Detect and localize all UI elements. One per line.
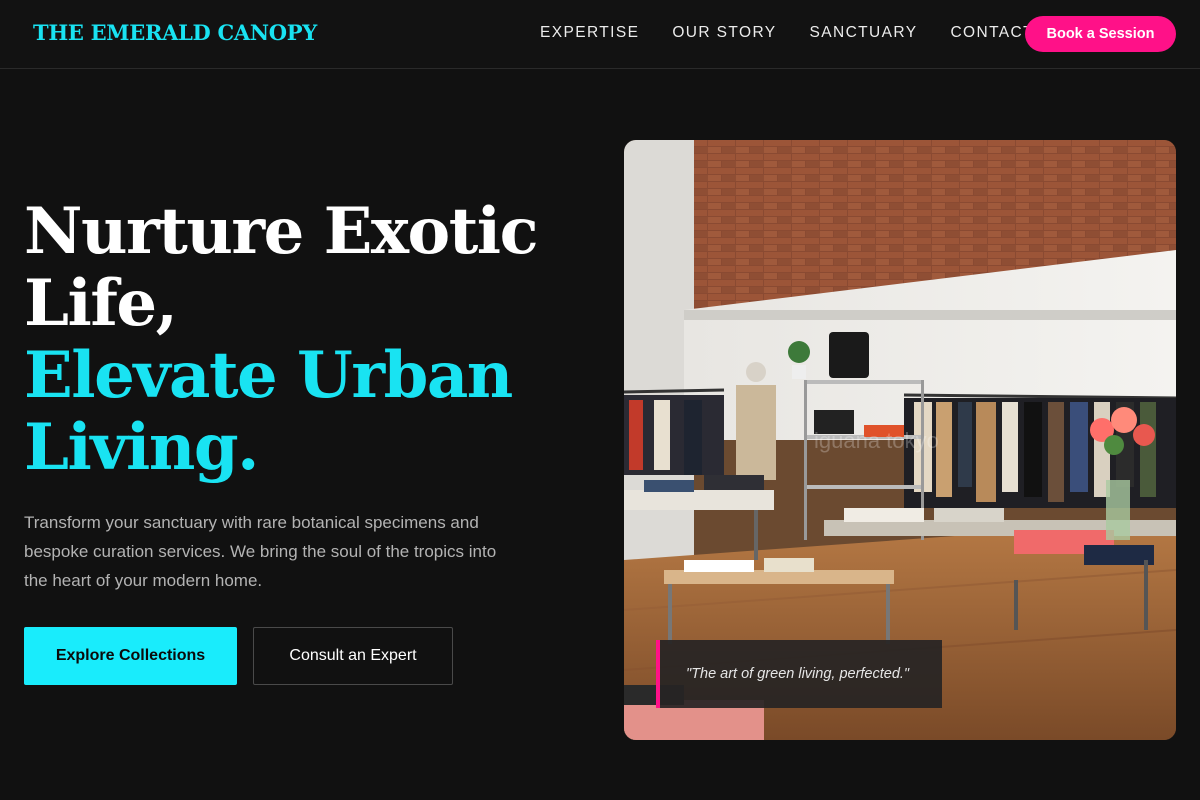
headline-line-4: Living. <box>24 410 259 485</box>
image-watermark: iguana tokyo <box>814 428 939 453</box>
headline-line-1: Nurture Exotic <box>24 194 539 269</box>
explore-collections-button[interactable]: Explore Collections <box>24 627 237 685</box>
hero-headline: Nurture Exotic Life, Elevate Urban Livin… <box>24 196 584 484</box>
nav-link-sanctuary[interactable]: SANCTUARY <box>810 24 918 42</box>
hero-description: Transform your sanctuary with rare botan… <box>24 513 497 590</box>
book-session-button[interactable]: Book a Session <box>1025 16 1176 52</box>
consult-expert-button[interactable]: Consult an Expert <box>253 627 453 685</box>
nav-link-contact[interactable]: CONTACT <box>950 24 1034 42</box>
headline-line-2: Life, <box>24 266 178 341</box>
quote-card: "The art of green living, perfected." <box>656 640 942 708</box>
headline-line-3: Elevate Urban <box>24 338 513 413</box>
nav-link-our-story[interactable]: OUR STORY <box>672 24 776 42</box>
nav-links: EXPERTISE OUR STORY SANCTUARY CONTACT <box>540 24 1067 42</box>
nav-link-expertise[interactable]: EXPERTISE <box>540 24 639 42</box>
brand-logo[interactable]: THE EMERALD CANOPY <box>33 20 317 45</box>
quote-text: "The art of green living, perfected." <box>686 666 910 682</box>
top-nav: THE EMERALD CANOPY EXPERTISE OUR STORY S… <box>0 0 1200 69</box>
